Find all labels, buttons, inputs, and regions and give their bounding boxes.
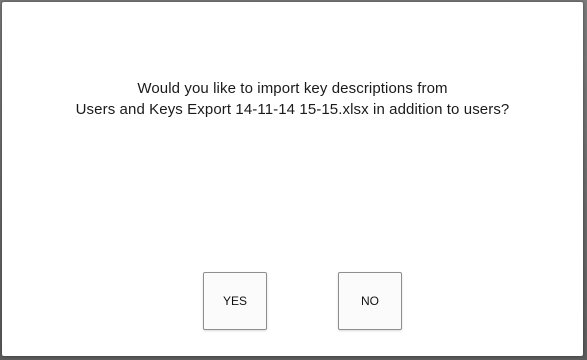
screen-background: Would you like to import key description… (0, 0, 587, 360)
dialog-message-line-2: Users and Keys Export 14-11-14 15-15.xls… (75, 101, 510, 118)
dialog-message: Would you like to import key description… (2, 78, 583, 120)
yes-button[interactable]: YES (203, 272, 267, 330)
import-confirmation-dialog: Would you like to import key description… (2, 2, 583, 356)
no-button[interactable]: NO (338, 272, 402, 330)
dialog-message-line-1: Would you like to import key description… (137, 80, 448, 97)
